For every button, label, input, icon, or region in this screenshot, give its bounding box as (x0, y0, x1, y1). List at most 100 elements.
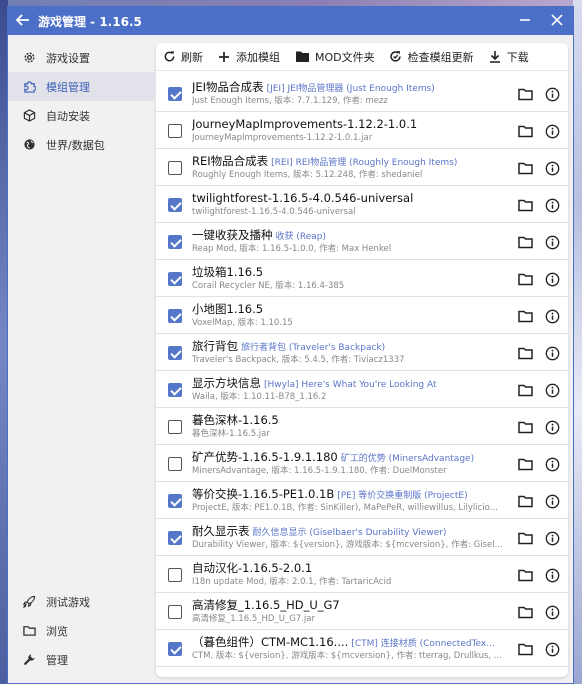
info-icon[interactable] (544, 604, 560, 620)
info-icon[interactable] (544, 123, 560, 139)
mod-details: Just Enough Items, 版本: 7.7.1.129, 作者: me… (192, 96, 388, 106)
mod-folder-button[interactable]: MOD文件夹 (294, 49, 375, 65)
sidebar-item-test-game[interactable]: 测试游戏 (8, 587, 154, 616)
gear-icon (22, 51, 36, 65)
open-folder-icon[interactable] (517, 382, 533, 398)
mod-name: 小地图1.16.5 (192, 302, 264, 316)
sidebar-item-manage[interactable]: 管理 (8, 645, 154, 674)
info-icon[interactable] (544, 271, 560, 287)
info-icon[interactable] (544, 308, 560, 324)
mod-details: JourneyMapImprovements-1.12.2-1.0.1.jar (192, 133, 373, 143)
info-icon[interactable] (544, 160, 560, 176)
open-folder-icon[interactable] (517, 234, 533, 250)
mod-list-item[interactable]: 耐久显示表 耐久信息显示 (Giselbaer's Durability View… (156, 519, 568, 556)
mod-list: JEI物品合成表 [JEI] JEI物品管理器 (Just Enough Item… (156, 75, 568, 667)
add-mod-button[interactable]: 添加模组 (217, 49, 280, 65)
close-button[interactable] (541, 7, 573, 35)
mod-list-item[interactable]: 高清修复_1.16.5_HD_U_G7 高清修复_1.16.5_HD_U_G7.… (156, 593, 568, 630)
open-folder-icon[interactable] (517, 160, 533, 176)
info-icon[interactable] (544, 86, 560, 102)
mod-info: JEI物品合成表 [JEI] JEI物品管理器 (Just Enough Item… (192, 79, 504, 107)
mod-name: 一键收获及播种 (192, 228, 273, 242)
mod-enabled-checkbox[interactable] (168, 383, 182, 397)
info-icon[interactable] (544, 530, 560, 546)
sidebar-item-label: 世界/数据包 (46, 138, 105, 152)
mod-list-item[interactable]: 小地图1.16.5 VoxelMap, 版本: 1.10.15 (156, 297, 568, 334)
open-folder-icon[interactable] (517, 641, 533, 657)
open-folder-icon[interactable] (517, 567, 533, 583)
open-folder-icon[interactable] (517, 530, 533, 546)
toolbar: 刷新 添加模组 MOD文件夹 检查模组更新 下载 (156, 43, 568, 71)
open-folder-icon[interactable] (517, 86, 533, 102)
mod-enabled-checkbox[interactable] (168, 309, 182, 323)
mod-list-item[interactable]: REI物品合成表 [REI] REI物品管理 (Roughly Enough It… (156, 149, 568, 186)
mod-info: 一键收获及播种 收获 (Reap) Reap Mod, 版本: 1.16.5-1.… (192, 227, 504, 255)
mod-list-item[interactable]: 自动汉化-1.16.5-2.0.1 I18n update Mod, 版本: 2… (156, 556, 568, 593)
refresh-button[interactable]: 刷新 (162, 49, 203, 65)
check-updates-button[interactable]: 检查模组更新 (389, 49, 474, 65)
mod-enabled-checkbox[interactable] (168, 568, 182, 582)
mod-list-item[interactable]: 暮色深林-1.16.5 暮色深林-1.16.5.jar (156, 408, 568, 445)
mod-enabled-checkbox[interactable] (168, 161, 182, 175)
info-icon[interactable] (544, 493, 560, 509)
open-folder-icon[interactable] (517, 493, 533, 509)
mod-enabled-checkbox[interactable] (168, 198, 182, 212)
mod-enabled-checkbox[interactable] (168, 235, 182, 249)
mod-alias: [JEI] JEI物品管理器 (Just Enough Items) (266, 84, 435, 94)
mod-enabled-checkbox[interactable] (168, 642, 182, 656)
mod-enabled-checkbox[interactable] (168, 605, 182, 619)
mod-enabled-checkbox[interactable] (168, 87, 182, 101)
info-icon[interactable] (544, 567, 560, 583)
open-folder-icon[interactable] (517, 345, 533, 361)
sidebar-item-browse[interactable]: 浏览 (8, 616, 154, 645)
mod-list-item[interactable]: 垃圾箱1.16.5 Corail Recycler NE, 版本: 1.16.4… (156, 260, 568, 297)
info-icon[interactable] (544, 345, 560, 361)
open-folder-icon[interactable] (517, 308, 533, 324)
mod-list-item[interactable]: 一键收获及播种 收获 (Reap) Reap Mod, 版本: 1.16.5-1.… (156, 223, 568, 260)
sidebar-item-auto-install[interactable]: 自动安装 (8, 101, 154, 130)
mod-info: 矿产优势-1.16.5-1.9.1.180 矿工的优势 (MinersAdvant… (192, 449, 504, 477)
mod-enabled-checkbox[interactable] (168, 531, 182, 545)
mod-details: MinersAdvantage, 版本: 1.16.5-1.9.1.180, 作… (192, 466, 447, 476)
mod-details: 高清修复_1.16.5_HD_U_G7.jar (192, 614, 315, 624)
mod-list-item[interactable]: 矿产优势-1.16.5-1.9.1.180 矿工的优势 (MinersAdvant… (156, 445, 568, 482)
mod-enabled-checkbox[interactable] (168, 494, 182, 508)
back-button[interactable] (8, 7, 38, 35)
info-icon[interactable] (544, 456, 560, 472)
info-icon[interactable] (544, 641, 560, 657)
open-folder-icon[interactable] (517, 419, 533, 435)
open-folder-icon[interactable] (517, 123, 533, 139)
download-label: 下载 (506, 50, 529, 64)
info-icon[interactable] (544, 382, 560, 398)
mod-details: Traveler's Backpack, 版本: 5.4.5, 作者: Tivi… (192, 355, 405, 365)
info-icon[interactable] (544, 234, 560, 250)
mod-list-item[interactable]: 等价交换-1.16.5-PE1.0.1B [PE] 等价交换重制版 (Projec… (156, 482, 568, 519)
mod-details: 暮色深林-1.16.5.jar (192, 429, 270, 439)
mod-details: Waila, 版本: 1.10.11-B78_1.16.2 (192, 392, 327, 402)
download-button[interactable]: 下载 (488, 49, 529, 65)
mod-details: ProjectE, 版本: PE1.0.1B, 作者: SinKiller), … (192, 503, 498, 513)
mod-enabled-checkbox[interactable] (168, 272, 182, 286)
minimize-button[interactable] (509, 7, 541, 35)
sidebar-item-mod-management[interactable]: 模组管理 (8, 72, 154, 101)
refresh-icon (162, 50, 176, 64)
mod-list-item[interactable]: （暮色组件）CTM-MC1.16.... [CTM] 连接材质 (Connecte… (156, 630, 568, 667)
mod-enabled-checkbox[interactable] (168, 420, 182, 434)
mod-list-item[interactable]: 显示方块信息 [Hwyla] Here's What You're Looking… (156, 371, 568, 408)
mod-enabled-checkbox[interactable] (168, 124, 182, 138)
minimize-icon (519, 12, 531, 30)
open-folder-icon[interactable] (517, 197, 533, 213)
open-folder-icon[interactable] (517, 604, 533, 620)
sidebar-item-game-settings[interactable]: 游戏设置 (8, 43, 154, 72)
info-icon[interactable] (544, 197, 560, 213)
open-folder-icon[interactable] (517, 456, 533, 472)
mod-enabled-checkbox[interactable] (168, 457, 182, 471)
mod-enabled-checkbox[interactable] (168, 346, 182, 360)
info-icon[interactable] (544, 419, 560, 435)
mod-list-item[interactable]: twilightforest-1.16.5-4.0.546-universal … (156, 186, 568, 223)
mod-list-item[interactable]: JEI物品合成表 [JEI] JEI物品管理器 (Just Enough Item… (156, 75, 568, 112)
open-folder-icon[interactable] (517, 271, 533, 287)
mod-list-item[interactable]: 旅行背包 旅行者背包 (Traveler's Backpack) Traveler… (156, 334, 568, 371)
sidebar-item-worlds-datapacks[interactable]: 世界/数据包 (8, 130, 154, 159)
mod-list-item[interactable]: JourneyMapImprovements-1.12.2-1.0.1 Jour… (156, 112, 568, 149)
